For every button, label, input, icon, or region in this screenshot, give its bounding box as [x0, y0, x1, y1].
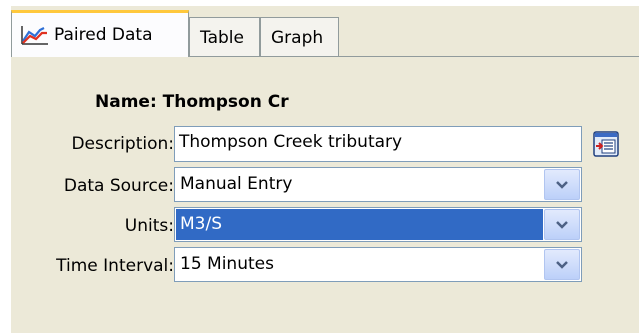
- tab-table-label: Table: [200, 27, 244, 48]
- edit-description-icon: [593, 131, 619, 157]
- time-interval-value: 15 Minutes: [180, 254, 274, 274]
- data-source-dropdown-button[interactable]: [544, 169, 580, 200]
- tab-paired-data-label: Paired Data: [54, 25, 153, 45]
- units-label: Units:: [124, 216, 174, 236]
- tab-graph-label: Graph: [271, 27, 324, 48]
- description-label: Description:: [71, 134, 174, 154]
- chevron-down-icon: [556, 260, 568, 269]
- paired-data-curve-icon: [20, 24, 50, 46]
- data-source-value: Manual Entry: [180, 174, 293, 194]
- data-source-label: Data Source:: [63, 176, 174, 196]
- time-interval-label: Time Interval:: [56, 256, 174, 276]
- name-row: Name: Thompson Cr: [95, 92, 289, 112]
- chevron-down-icon: [556, 180, 568, 189]
- data-source-select[interactable]: Manual Entry: [174, 167, 582, 202]
- edit-description-button[interactable]: [589, 127, 623, 161]
- tab-strip: Paired Data Table Graph: [11, 6, 639, 57]
- tab-paired-data[interactable]: Paired Data: [11, 10, 189, 57]
- units-value: M3/S: [176, 209, 543, 240]
- tab-graph[interactable]: Graph: [260, 17, 339, 57]
- name-value: Thompson Cr: [162, 92, 289, 112]
- paired-data-panel: Paired Data Table Graph Name: Thompson C…: [11, 6, 639, 333]
- time-interval-dropdown-button[interactable]: [544, 249, 580, 280]
- description-field[interactable]: Thompson Creek tributary: [174, 126, 582, 162]
- tab-table[interactable]: Table: [189, 17, 260, 57]
- time-interval-select[interactable]: 15 Minutes: [174, 247, 582, 282]
- units-select[interactable]: M3/S: [174, 207, 582, 242]
- units-dropdown-button[interactable]: [544, 209, 580, 240]
- chevron-down-icon: [556, 220, 568, 229]
- name-label: Name:: [95, 92, 157, 112]
